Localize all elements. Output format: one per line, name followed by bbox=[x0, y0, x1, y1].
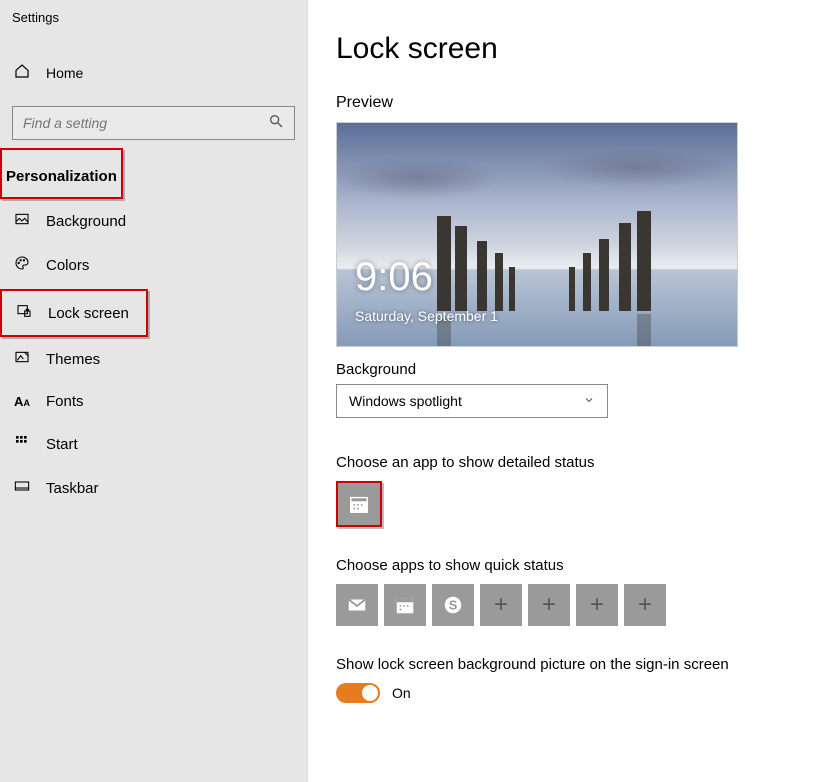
signin-picture-label: Show lock screen background picture on t… bbox=[336, 656, 816, 673]
mail-icon bbox=[346, 594, 368, 616]
detailed-status-label: Choose an app to show detailed status bbox=[336, 454, 816, 471]
background-dropdown[interactable]: Windows spotlight bbox=[336, 384, 608, 418]
lock-screen-preview: 9:06 Saturday, September 1 bbox=[336, 122, 738, 347]
start-icon bbox=[12, 434, 32, 454]
sidebar: Settings Home Personalization Background… bbox=[0, 0, 308, 782]
search-box[interactable] bbox=[12, 106, 295, 140]
nav-taskbar[interactable]: Taskbar bbox=[0, 466, 307, 510]
page-title: Lock screen bbox=[336, 32, 816, 66]
nav-background[interactable]: Background bbox=[0, 199, 307, 243]
taskbar-icon bbox=[12, 478, 32, 498]
quick-status-add-4[interactable]: + bbox=[624, 584, 666, 626]
svg-text:S: S bbox=[449, 598, 458, 613]
nav-label: Fonts bbox=[46, 393, 84, 410]
home-icon bbox=[12, 63, 32, 82]
palette-icon bbox=[12, 255, 32, 275]
search-input[interactable] bbox=[23, 115, 268, 131]
quick-status-label: Choose apps to show quick status bbox=[336, 557, 816, 574]
nav-themes[interactable]: Themes bbox=[0, 337, 307, 381]
lock-screen-icon bbox=[14, 303, 34, 323]
nav-lock-screen[interactable]: Lock screen bbox=[2, 291, 146, 335]
quick-status-calendar[interactable] bbox=[384, 584, 426, 626]
app-title: Settings bbox=[0, 10, 307, 35]
nav-fonts[interactable]: AA Fonts bbox=[0, 381, 307, 422]
nav-home-label: Home bbox=[46, 65, 83, 81]
nav-colors[interactable]: Colors bbox=[0, 243, 307, 287]
detailed-status-app[interactable] bbox=[338, 483, 380, 525]
category-header: Personalization bbox=[2, 158, 121, 195]
nav-label: Colors bbox=[46, 257, 89, 274]
plus-icon: + bbox=[542, 591, 556, 619]
nav-label: Start bbox=[46, 436, 78, 453]
nav-label: Background bbox=[46, 213, 126, 230]
quick-status-mail[interactable] bbox=[336, 584, 378, 626]
toggle-state: On bbox=[392, 685, 411, 701]
calendar-icon bbox=[394, 594, 416, 616]
quick-status-row: S + + + + bbox=[336, 584, 816, 626]
preview-time: 9:06 bbox=[355, 255, 433, 300]
quick-status-add-1[interactable]: + bbox=[480, 584, 522, 626]
nav-label: Lock screen bbox=[48, 305, 129, 322]
nav-start[interactable]: Start bbox=[0, 422, 307, 466]
main-content: Lock screen Preview 9:06 Saturday, Septe… bbox=[308, 0, 816, 782]
signin-picture-toggle[interactable] bbox=[336, 683, 380, 703]
nav-label: Taskbar bbox=[46, 480, 99, 497]
preview-date: Saturday, September 1 bbox=[355, 308, 498, 324]
image-icon bbox=[12, 211, 32, 231]
chevron-down-icon bbox=[583, 394, 595, 409]
plus-icon: + bbox=[590, 591, 604, 619]
quick-status-skype[interactable]: S bbox=[432, 584, 474, 626]
nav-home[interactable]: Home bbox=[0, 53, 307, 92]
search-icon bbox=[268, 113, 284, 134]
plus-icon: + bbox=[494, 591, 508, 619]
quick-status-add-3[interactable]: + bbox=[576, 584, 618, 626]
dropdown-value: Windows spotlight bbox=[349, 393, 462, 409]
skype-icon: S bbox=[442, 594, 464, 616]
calendar-icon bbox=[348, 493, 370, 515]
background-label: Background bbox=[336, 361, 816, 378]
themes-icon bbox=[12, 349, 32, 369]
quick-status-add-2[interactable]: + bbox=[528, 584, 570, 626]
fonts-icon: AA bbox=[12, 394, 32, 409]
plus-icon: + bbox=[638, 591, 652, 619]
nav-label: Themes bbox=[46, 351, 100, 368]
preview-label: Preview bbox=[336, 94, 816, 112]
